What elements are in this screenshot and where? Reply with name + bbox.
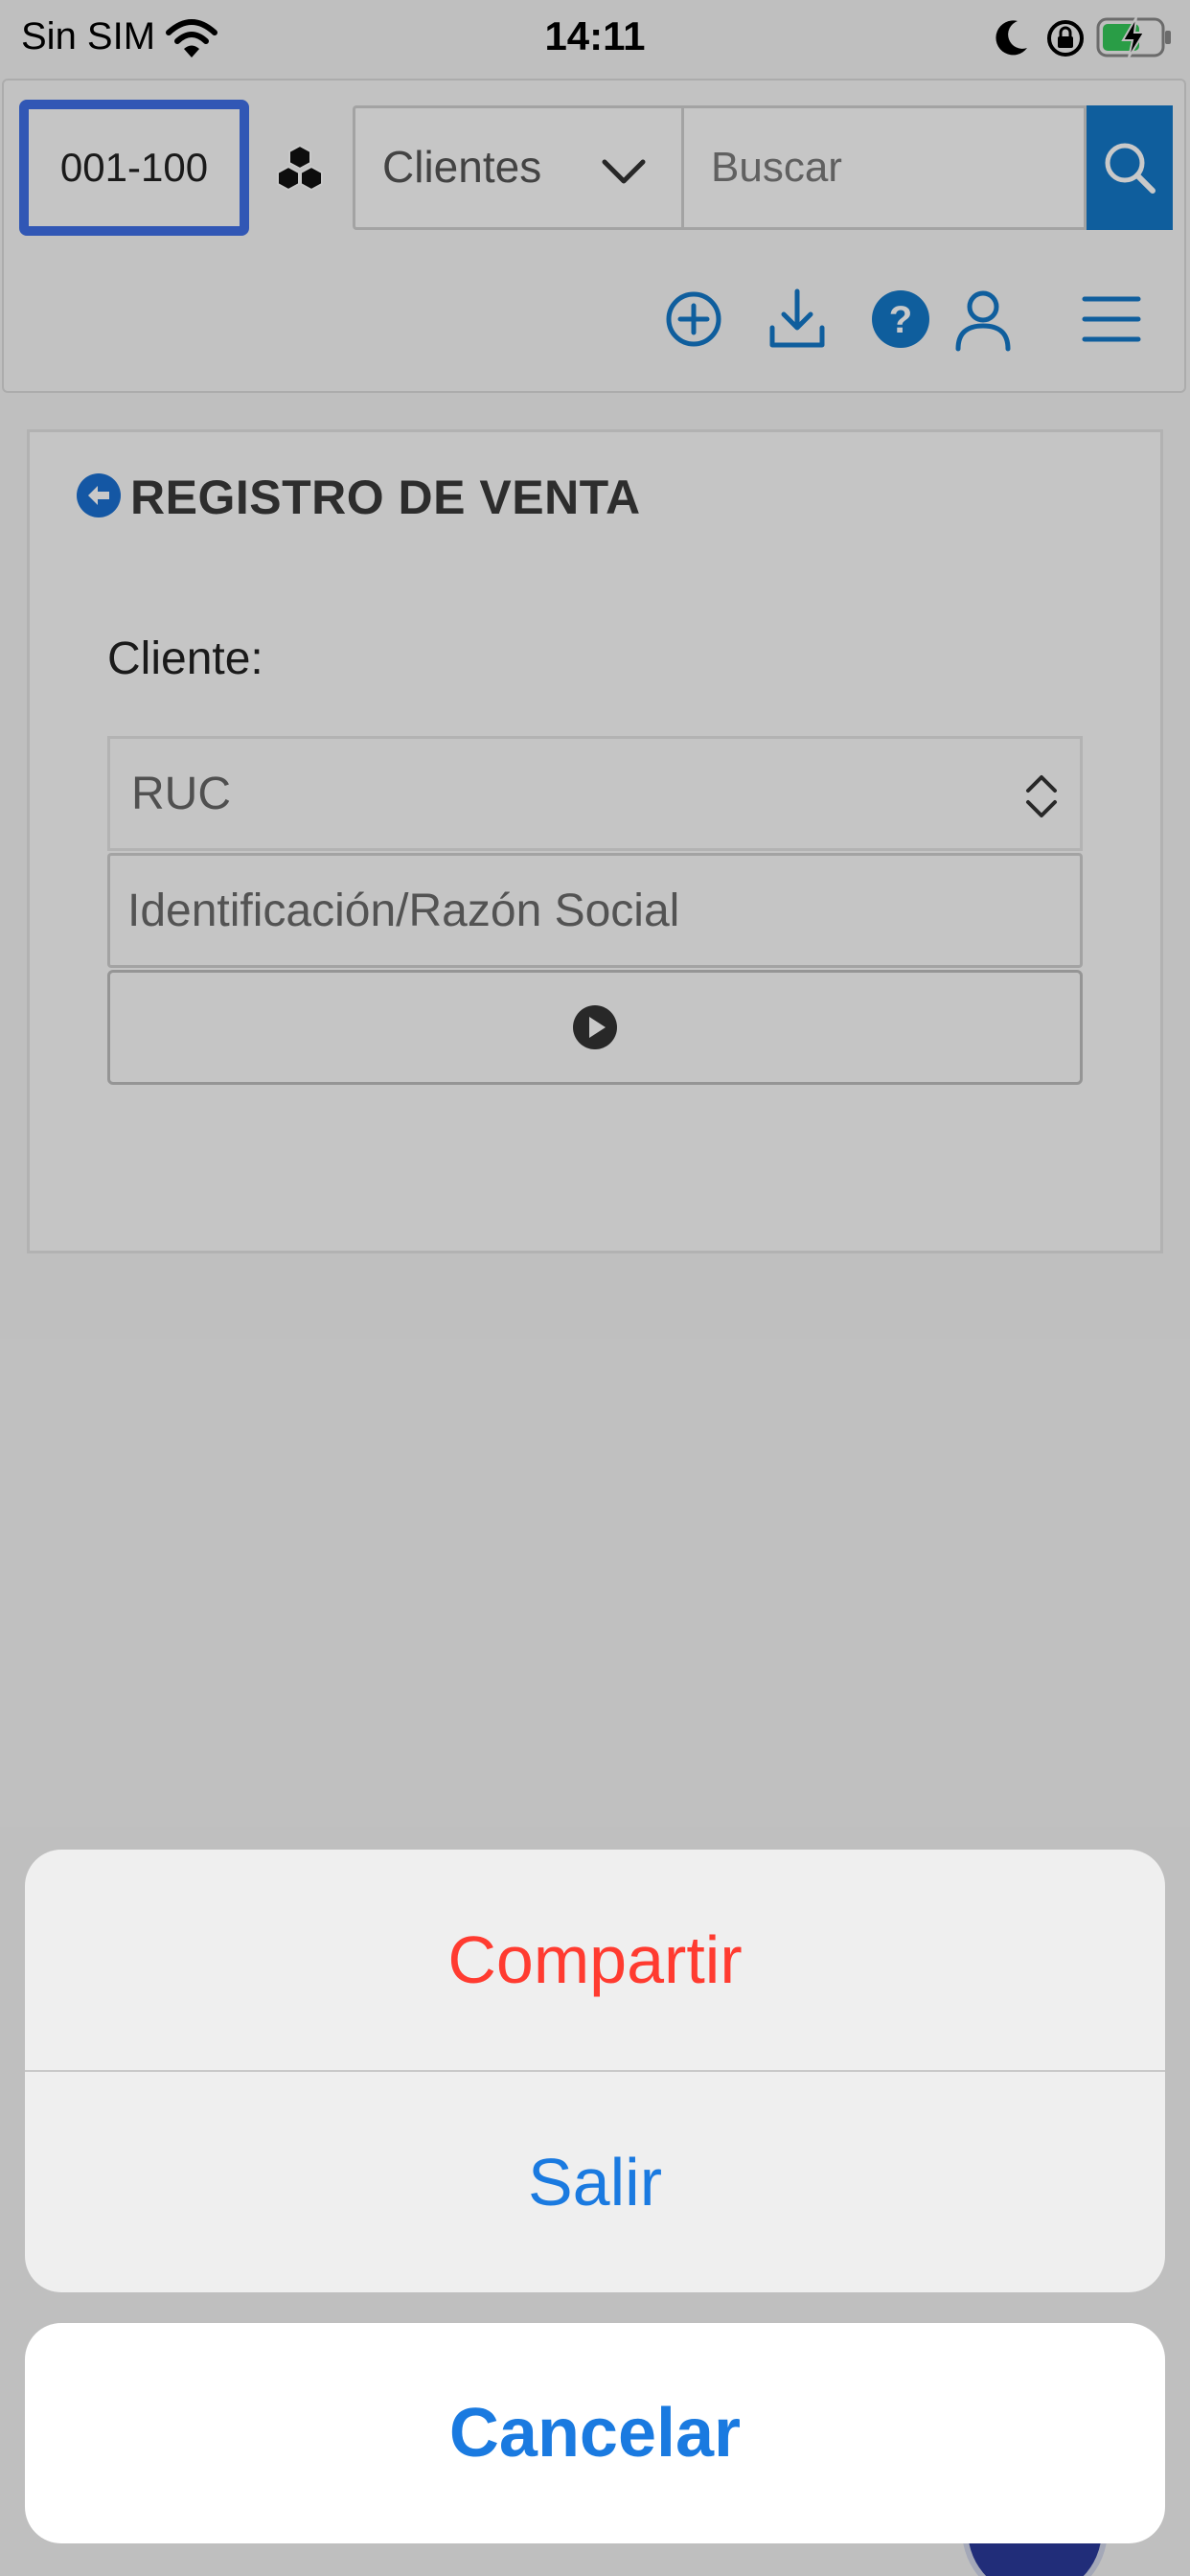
action-sheet: Compartir Salir [25,1850,1165,2292]
cancel-action[interactable]: Cancelar [25,2323,1165,2543]
share-action[interactable]: Compartir [25,1850,1165,2070]
exit-action[interactable]: Salir [25,2072,1165,2292]
